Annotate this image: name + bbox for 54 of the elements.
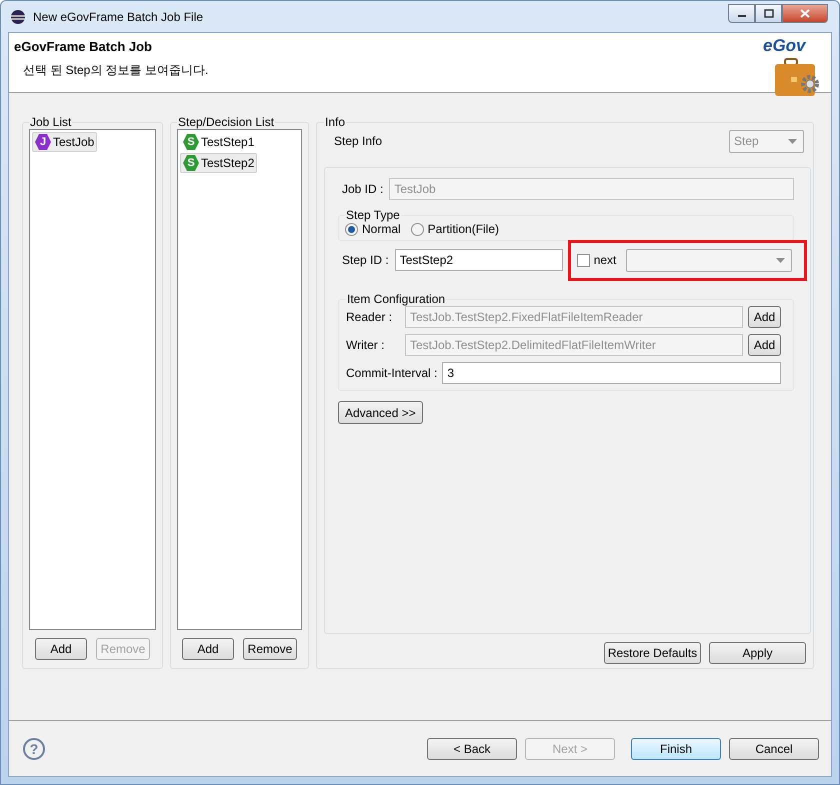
input-field[interactable]: 3 — [442, 362, 781, 384]
caret-icon — [788, 138, 797, 144]
maximize-button[interactable] — [755, 4, 782, 23]
checkbox[interactable] — [576, 254, 590, 266]
add-button[interactable]: Add — [182, 638, 234, 660]
list-item[interactable]: S TestStep1 — [180, 132, 258, 152]
minimize-button[interactable] — [728, 4, 755, 23]
field-label: Step ID : — [342, 253, 389, 267]
list-item[interactable]: S TestStep2 — [180, 153, 258, 173]
input-field[interactable]: TestStep2 — [394, 249, 563, 271]
advanced-button[interactable]: Advanced >> — [338, 401, 423, 424]
item-badge: S — [183, 134, 199, 150]
group-label: Step/Decision List — [177, 115, 276, 129]
add-button[interactable]: Add — [748, 334, 781, 356]
group-label: Step Type — [345, 208, 401, 222]
item-label: TestStep1 — [201, 135, 254, 149]
section-label: Step Info — [334, 134, 382, 148]
item-badge: J — [35, 134, 51, 150]
field-label: Reader : — [346, 310, 394, 324]
add-button[interactable]: Add — [35, 638, 87, 660]
cancel-button[interactable]: Cancel — [729, 738, 819, 760]
checkbox-label: next — [594, 253, 616, 267]
group-label: Job List — [29, 115, 72, 129]
close-icon — [800, 9, 810, 18]
caret-icon — [776, 258, 785, 262]
dropdown-value: Step — [734, 134, 759, 148]
logo-text: eGov — [763, 36, 806, 56]
apply-button[interactable]: Apply — [709, 642, 806, 664]
item-badge: S — [183, 155, 199, 171]
field-label: Commit-Interval : — [346, 366, 438, 380]
group-label: Info — [324, 115, 346, 129]
help-button[interactable]: ? — [23, 738, 45, 760]
radio-label: Partition(File) — [428, 222, 500, 236]
restore-defaults-button[interactable]: Restore Defaults — [604, 642, 701, 664]
radio-label: Normal — [362, 222, 401, 236]
window-title: New eGovFrame Batch Job File — [33, 10, 204, 24]
field-label: Writer : — [346, 338, 386, 352]
group-label: Item Configuration — [346, 292, 446, 306]
add-button[interactable]: Add — [748, 306, 781, 328]
close-button[interactable] — [782, 4, 828, 23]
back-button[interactable]: < Back — [427, 738, 517, 760]
field-label: Job ID : — [342, 182, 384, 196]
remove-button[interactable]: Remove — [243, 638, 297, 660]
item-label: TestJob — [53, 135, 94, 149]
list-item[interactable]: J TestJob — [32, 132, 98, 152]
gear-icon — [799, 73, 821, 95]
radio-button[interactable] — [345, 222, 358, 236]
maximize-icon — [764, 9, 774, 18]
page-title: eGovFrame Batch Job — [14, 39, 153, 54]
globe-icon — [10, 8, 26, 24]
page-description: 선택 된 Step의 정보를 보여줍니다. — [23, 62, 208, 79]
finish-button[interactable]: Finish — [631, 738, 721, 760]
item-label: TestStep2 — [201, 156, 254, 170]
radio-button[interactable] — [410, 222, 424, 236]
